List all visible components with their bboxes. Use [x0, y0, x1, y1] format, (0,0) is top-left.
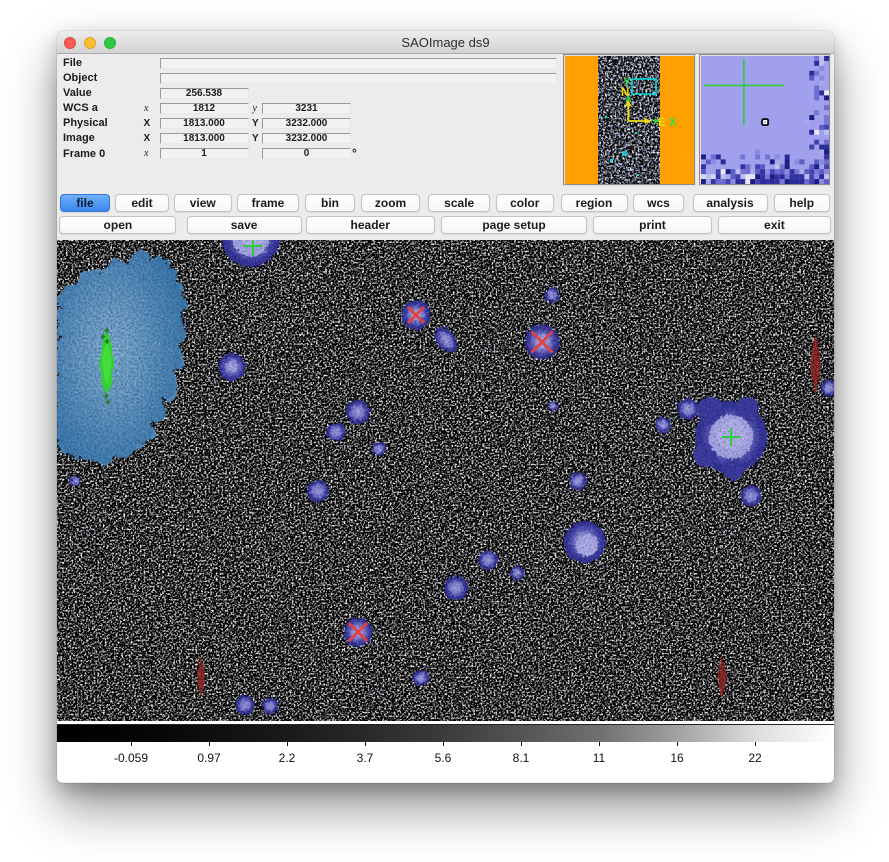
svg-text:N: N	[621, 87, 629, 99]
svg-text:E: E	[658, 117, 666, 129]
svg-text:X: X	[669, 117, 677, 129]
